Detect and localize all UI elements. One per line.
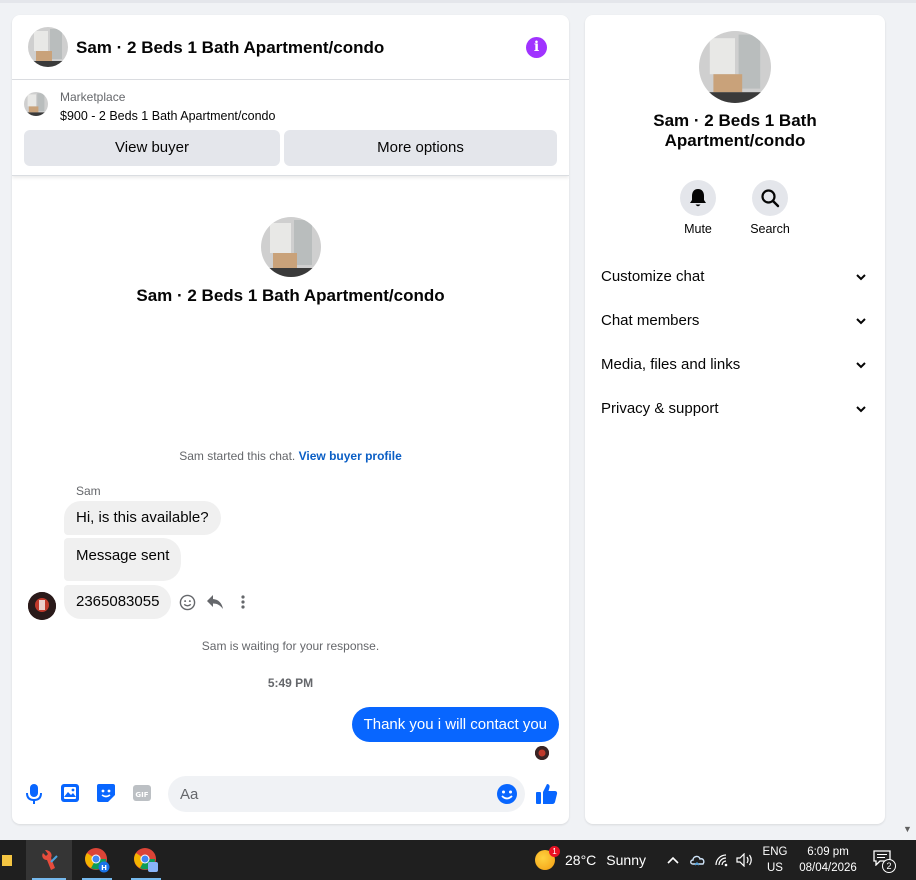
mute-label: Mute — [684, 222, 712, 236]
info-icon[interactable]: i — [526, 37, 547, 58]
menu-label: Chat members — [601, 312, 700, 329]
svg-text:GIF: GIF — [135, 791, 148, 799]
more-icon[interactable] — [234, 593, 252, 611]
conversation-avatar[interactable] — [28, 27, 68, 67]
weather-widget[interactable]: 1 28°C Sunny — [535, 846, 646, 872]
intro-title: Sam · 2 Beds 1 Bath Apartment/condo — [136, 286, 445, 305]
seen-receipt-avatar — [535, 746, 549, 760]
language-indicator[interactable]: ENG US — [760, 844, 790, 876]
onedrive-icon[interactable] — [688, 850, 708, 870]
gif-icon[interactable]: GIF — [132, 783, 152, 803]
intro-avatar — [261, 217, 321, 277]
profile-avatar[interactable] — [699, 31, 771, 103]
menu-privacy-support[interactable]: Privacy & support — [593, 389, 877, 429]
outgoing-message[interactable]: Thank you i will contact you — [351, 707, 559, 742]
chevron-up-icon[interactable] — [664, 850, 682, 870]
language-code: ENG — [762, 846, 788, 858]
react-emoji-icon[interactable] — [178, 593, 196, 611]
listing-price-title[interactable]: $900 - 2 Beds 1 Bath Apartment/condo — [60, 109, 275, 123]
chrome-icon[interactable] — [125, 840, 167, 880]
profile-title: Sam · 2 Beds 1 Bath Apartment/condo — [653, 111, 817, 150]
taskbar-app-tool[interactable] — [26, 840, 72, 880]
notification-count: 2 — [882, 859, 896, 873]
chrome-profile-letter: H — [101, 864, 107, 872]
message-timestamp: 5:49 PM — [267, 676, 314, 690]
incoming-message[interactable]: Message sent — [64, 538, 182, 581]
listing-source: Marketplace — [60, 90, 126, 104]
menu-customize-chat[interactable]: Customize chat — [593, 257, 877, 297]
weather-desc: Sunny — [606, 852, 646, 868]
sun-icon: 1 — [535, 846, 560, 870]
photo-icon[interactable] — [60, 783, 80, 803]
chat-header: Sam · 2 Beds 1 Bath Apartment/condo i — [12, 15, 569, 80]
volume-icon[interactable] — [735, 850, 755, 870]
notification-center-icon[interactable]: 2 — [873, 850, 897, 873]
chevron-down-icon — [856, 318, 866, 325]
clock-date: 08/04/2026 — [799, 862, 857, 874]
sender-name: Sam — [76, 484, 101, 498]
menu-label: Privacy & support — [601, 400, 719, 417]
menu-chat-members[interactable]: Chat members — [593, 301, 877, 341]
weather-temp: 28°C — [565, 852, 597, 868]
clock-time: 6:09 pm — [807, 846, 849, 858]
sticker-icon[interactable] — [96, 783, 116, 803]
wifi-icon[interactable] — [713, 850, 731, 870]
chevron-down-icon — [856, 362, 866, 369]
message-input-wrapper — [168, 776, 525, 812]
marketplace-listing-card: Marketplace $900 - 2 Beds 1 Bath Apartme… — [12, 80, 569, 176]
message-input[interactable] — [180, 776, 480, 812]
bell-icon — [680, 180, 716, 216]
chrome-profile-icon[interactable]: H — [76, 840, 118, 880]
chevron-down-icon — [856, 406, 866, 413]
view-buyer-button[interactable]: View buyer — [24, 130, 280, 166]
message-composer: GIF — [12, 773, 569, 824]
listing-thumbnail[interactable] — [24, 92, 48, 116]
message-actions — [178, 590, 252, 614]
file-explorer-icon[interactable] — [0, 840, 14, 880]
search-label: Search — [750, 222, 790, 236]
microphone-icon[interactable] — [24, 783, 44, 804]
conversation-title[interactable]: Sam · 2 Beds 1 Bath Apartment/condo — [76, 38, 384, 58]
chevron-down-icon — [856, 274, 866, 281]
scrollbar-down-arrow[interactable]: ▼ — [903, 824, 912, 834]
sender-avatar[interactable] — [28, 592, 56, 620]
menu-label: Media, files and links — [601, 356, 741, 373]
chat-started-text: Sam started this chat. — [179, 449, 296, 463]
mute-button[interactable]: Mute — [668, 180, 728, 236]
incoming-message[interactable]: 2365083055 — [64, 585, 172, 619]
chat-panel: Sam · 2 Beds 1 Bath Apartment/condo i Ma… — [12, 15, 569, 824]
keyboard-region: US — [767, 862, 783, 874]
thumbs-up-icon[interactable] — [535, 782, 559, 806]
more-options-button[interactable]: More options — [284, 130, 557, 166]
search-button[interactable]: Search — [740, 180, 800, 236]
reply-icon[interactable] — [206, 593, 224, 611]
chat-started-notice: Sam started this chat. View buyer profil… — [12, 449, 569, 463]
search-icon — [752, 180, 788, 216]
view-buyer-profile-link[interactable]: View buyer profile — [299, 449, 402, 463]
top-strip — [0, 0, 916, 3]
system-clock[interactable]: 6:09 pm 08/04/2026 — [795, 844, 861, 876]
weather-badge: 1 — [549, 846, 560, 857]
menu-label: Customize chat — [601, 268, 705, 285]
chat-info-panel: Sam · 2 Beds 1 Bath Apartment/condo Mute… — [585, 15, 885, 824]
emoji-icon[interactable] — [496, 783, 518, 805]
windows-taskbar: H 1 28°C Sunny ENG US 6:09 pm 08/04/2026… — [0, 840, 916, 880]
waiting-notice: Sam is waiting for your response. — [201, 639, 380, 653]
menu-media-files-links[interactable]: Media, files and links — [593, 345, 877, 385]
incoming-message[interactable]: Hi, is this available? — [64, 501, 221, 535]
